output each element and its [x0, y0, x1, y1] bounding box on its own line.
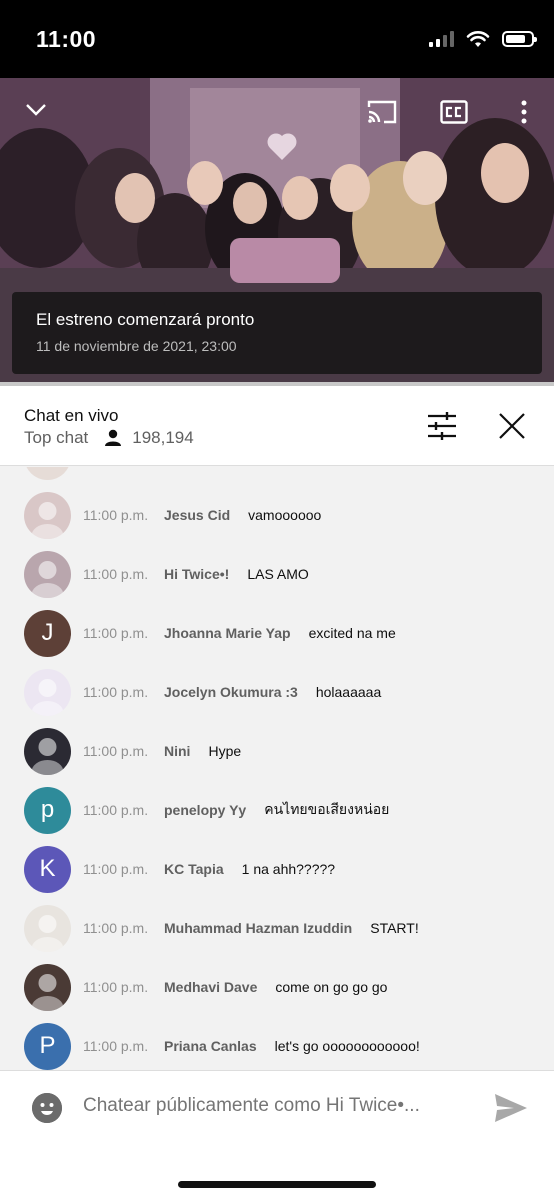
- message-text: START!: [370, 920, 419, 936]
- message-timestamp: 11:00 p.m.: [83, 625, 149, 641]
- chat-message[interactable]: 11:00 p.m. Hi Twice•! LAS AMO: [0, 549, 554, 599]
- cast-button[interactable]: [362, 92, 402, 132]
- message-text: let's go oooooooooooo!: [274, 1038, 420, 1054]
- chat-mode-selector[interactable]: Top chat: [24, 428, 88, 448]
- avatar[interactable]: [24, 668, 71, 716]
- status-time: 11:00: [36, 26, 97, 52]
- message-author[interactable]: KC Tapia: [164, 861, 224, 877]
- send-icon: [495, 1094, 527, 1122]
- signal-icon: [429, 31, 454, 47]
- chat-message[interactable]: 11:00 p.m. Jocelyn Okumura :3 holaaaaaa: [0, 667, 554, 717]
- viewer-count: 198,194: [132, 428, 194, 447]
- avatar[interactable]: P: [24, 1022, 71, 1070]
- emoji-icon: [32, 1093, 62, 1123]
- avatar[interactable]: p: [24, 786, 71, 834]
- message-text: holaaaaaa: [315, 684, 382, 700]
- chat-input-bar: [0, 1070, 554, 1200]
- chat-message[interactable]: 11:00 p.m. Nini Hype: [0, 726, 554, 776]
- avatar[interactable]: K: [24, 845, 71, 893]
- message-text: 1 na ahh?????: [241, 861, 336, 877]
- premiere-date: 11 de noviembre de 2021, 23:00: [36, 338, 237, 354]
- avatar[interactable]: [24, 491, 71, 539]
- chevron-down-icon: [26, 104, 46, 116]
- battery-icon: [502, 31, 537, 47]
- avatar[interactable]: [24, 963, 71, 1011]
- chat-message[interactable]: 11:00 p.m. Medhavi Dave come on go go go: [0, 962, 554, 1012]
- message-timestamp: 11:00 p.m.: [83, 979, 149, 995]
- chat-message[interactable]: 11:00 p.m. Jesus Cid vamoooooo: [0, 490, 554, 540]
- message-author[interactable]: Nini: [164, 743, 190, 759]
- message-timestamp: 11:00 p.m.: [83, 920, 149, 936]
- message-text: come on go go go: [275, 979, 388, 995]
- chat-message[interactable]: 11:00 p.m. Muhammad Hazman Izuddin START!: [0, 903, 554, 953]
- captions-button[interactable]: [434, 92, 474, 132]
- premiere-notice: El estreno comenzará pronto 11 de noviem…: [12, 292, 542, 374]
- status-icons: [429, 30, 537, 48]
- tune-icon: [428, 412, 456, 440]
- chat-subheader: Top chat 198,194: [24, 428, 194, 448]
- close-chat-button[interactable]: [492, 406, 532, 446]
- avatar[interactable]: J: [24, 609, 71, 657]
- message-author[interactable]: Priana Canlas: [164, 1038, 257, 1054]
- chat-title: Chat en vivo: [24, 406, 119, 425]
- avatar[interactable]: [24, 550, 71, 598]
- chat-message[interactable]: J 11:00 p.m. Jhoanna Marie Yap excited na m…: [0, 608, 554, 658]
- captions-icon: [440, 100, 468, 124]
- message-author[interactable]: Jocelyn Okumura :3: [164, 684, 298, 700]
- message-text: vamoooooo: [248, 507, 322, 523]
- message-timestamp: 11:00 p.m.: [83, 743, 149, 759]
- home-indicator: [178, 1181, 376, 1188]
- person-icon: [104, 429, 122, 447]
- avatar[interactable]: [24, 904, 71, 952]
- message-timestamp: 11:00 p.m.: [83, 802, 149, 818]
- chat-message[interactable]: p 11:00 p.m. penelopy Yy คนไทยขอเสียงหน่อย: [0, 785, 554, 835]
- message-text: Hype: [208, 743, 242, 759]
- chat-message[interactable]: K 11:00 p.m. KC Tapia 1 na ahh?????: [0, 844, 554, 894]
- message-text: คนไทยขอเสียงหน่อย: [264, 801, 390, 817]
- message-timestamp: 11:00 p.m.: [83, 507, 149, 523]
- send-button[interactable]: [494, 1093, 530, 1125]
- message-author[interactable]: Jhoanna Marie Yap: [164, 625, 291, 641]
- more-options-button[interactable]: [506, 94, 542, 130]
- message-timestamp: 11:00 p.m.: [83, 684, 149, 700]
- premiere-title: El estreno comenzará pronto: [36, 310, 255, 329]
- message-author[interactable]: penelopy Yy: [164, 802, 246, 818]
- message-text: excited na me: [308, 625, 396, 641]
- cast-icon: [367, 100, 397, 124]
- avatar[interactable]: [24, 727, 71, 775]
- more-vertical-icon: [521, 100, 527, 124]
- message-author[interactable]: Hi Twice•!: [164, 566, 229, 582]
- emoji-button[interactable]: [32, 1093, 62, 1123]
- message-timestamp: 11:00 p.m.: [83, 861, 149, 877]
- chat-message-list[interactable]: 11:00 p.m. Jesus Cid vamoooooo 11:00 p.m. Hi…: [0, 467, 554, 1070]
- message-author[interactable]: Jesus Cid: [164, 507, 230, 523]
- chat-input[interactable]: [83, 1095, 463, 1117]
- chat-message[interactable]: P 11:00 p.m. Priana Canlas let's go ooooooo…: [0, 1021, 554, 1070]
- message-text: LAS AMO: [247, 566, 309, 582]
- chat-header: Chat en vivo Top chat 198,194: [0, 386, 554, 466]
- message-author[interactable]: Muhammad Hazman Izuddin: [164, 920, 352, 936]
- video-player[interactable]: El estreno comenzará pronto 11 de noviem…: [0, 78, 554, 386]
- collapse-button[interactable]: [18, 92, 54, 128]
- wifi-icon: [466, 31, 490, 47]
- chat-filter-button[interactable]: [422, 406, 462, 446]
- status-bar: 11:00: [0, 0, 554, 78]
- message-author[interactable]: Medhavi Dave: [164, 979, 257, 995]
- avatar: [24, 467, 71, 480]
- message-timestamp: 11:00 p.m.: [83, 566, 149, 582]
- close-icon: [499, 413, 525, 439]
- message-timestamp: 11:00 p.m.: [83, 1038, 149, 1054]
